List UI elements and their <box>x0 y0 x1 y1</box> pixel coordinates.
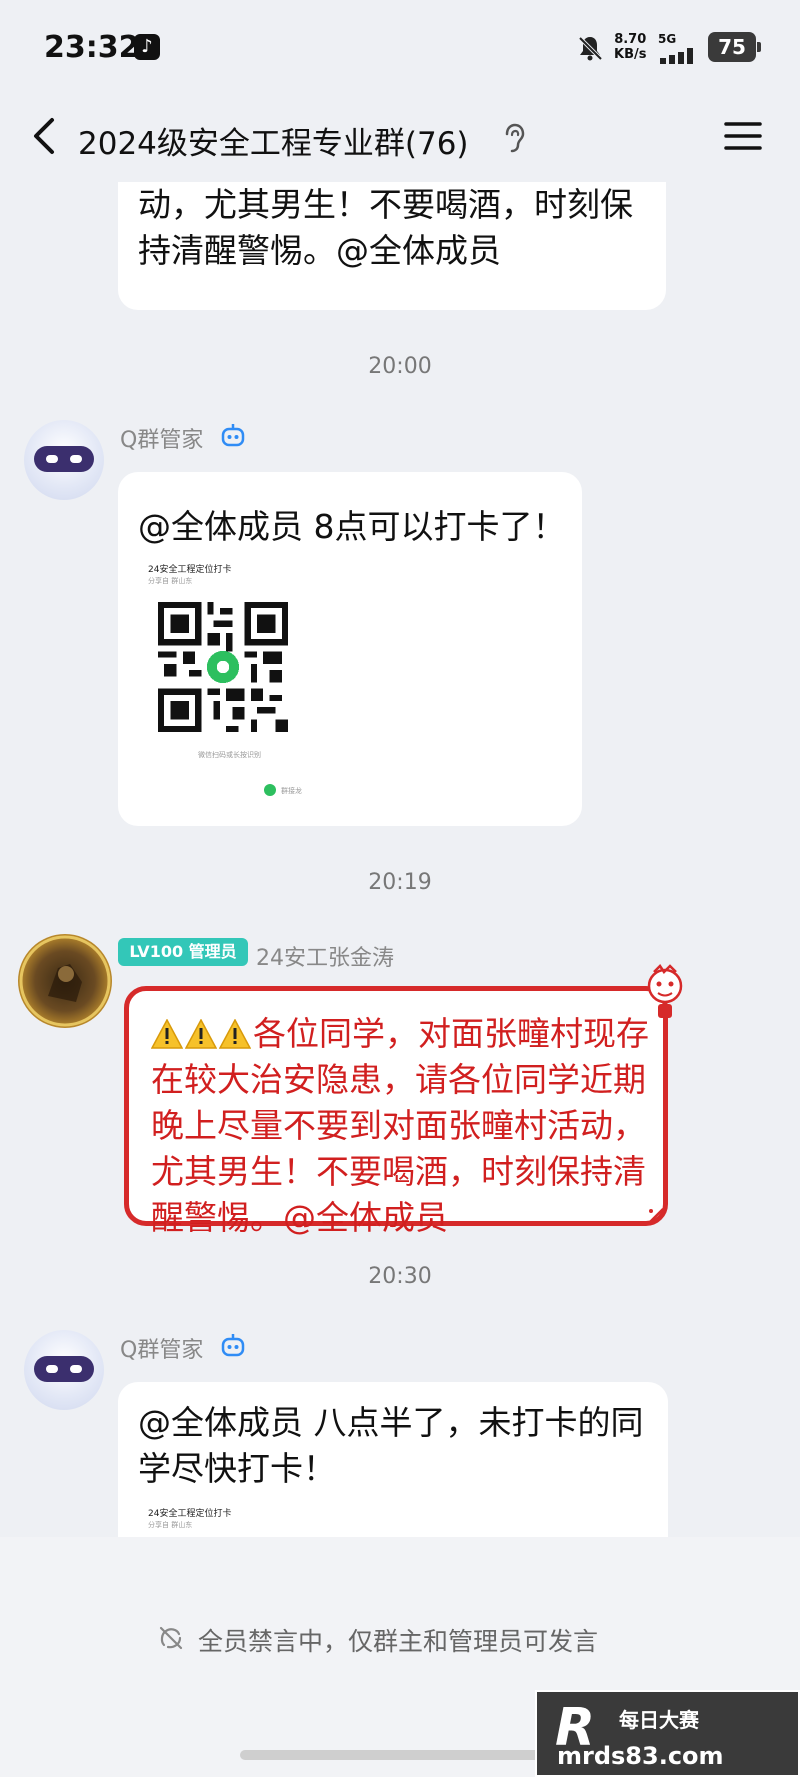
timestamp: 20:00 <box>368 354 432 379</box>
mute-notice: 全员禁言中，仅群主和管理员可发言 <box>198 1627 599 1656</box>
robot-badge-icon <box>221 424 245 447</box>
timestamp: 20:30 <box>368 1264 432 1289</box>
warning-icon <box>185 1019 217 1049</box>
status-bar: 23:32 ♪ 8.70 KB/s 5G 75 <box>0 0 800 90</box>
network-type: 5G <box>658 32 677 46</box>
message-bubble-partial[interactable]: 近期晚上尽量不要到对面张疃村活动，尤其男生！不要喝酒，时刻保持清醒警惕。@全体成… <box>118 182 666 310</box>
message-text: @全体成员 八点半了，未打卡的同学尽快打卡！ <box>138 1403 644 1488</box>
card-subtitle: 分享自 群山东 <box>148 1521 193 1529</box>
back-button[interactable] <box>24 112 64 160</box>
sender-name[interactable]: Q群管家 <box>120 422 203 454</box>
bell-off-icon <box>578 36 603 61</box>
robot-face <box>34 1356 94 1382</box>
avatar-image <box>19 935 111 1027</box>
card-subtitle: 分享自 群山东 <box>148 577 193 585</box>
sender-name[interactable]: Q群管家 <box>120 1332 203 1364</box>
net-speed-unit: KB/s <box>614 47 647 62</box>
card-title: 24安全工程定位打卡 <box>148 565 232 575</box>
card-title: 24安全工程定位打卡 <box>148 1509 232 1519</box>
admin-level-badge: LV100 管理员 <box>118 938 248 966</box>
net-speed: 8.70 KB/s <box>614 32 646 62</box>
robot-face <box>34 446 94 472</box>
message-bubble-card[interactable]: @全体成员 八点半了，未打卡的同学尽快打卡！ 24安全工程定位打卡 分享自 群山… <box>118 1382 668 1537</box>
bot-avatar[interactable] <box>24 1330 104 1410</box>
bot-avatar[interactable] <box>24 420 104 500</box>
card-footer: 群接龙 <box>281 787 302 795</box>
message-bubble-alert[interactable]: 各位同学，对面张疃村现存在较大治安隐患，请各位同学近期晚上尽量不要到对面张疃村活… <box>124 986 668 1237</box>
bubble-corner-decoration <box>648 1208 664 1224</box>
warning-icon <box>151 1019 183 1049</box>
group-title[interactable]: 2024级安全工程专业群(76) <box>78 118 469 163</box>
signal-icon <box>660 48 693 64</box>
jielong-logo-icon <box>264 784 276 796</box>
sender-name[interactable]: 24安工张金涛 <box>256 940 394 972</box>
bubble-mascot-decoration <box>647 964 683 1018</box>
admin-avatar[interactable] <box>18 934 112 1028</box>
qr-code[interactable] <box>158 602 288 732</box>
tiktok-icon: ♪ <box>134 34 160 60</box>
message-text: 各位同学，对面张疃村现存在较大治安隐患，请各位同学近期晚上尽量不要到对面张疃村活… <box>151 1011 651 1241</box>
robot-badge-icon <box>221 1334 245 1357</box>
timestamp: 20:19 <box>368 870 432 895</box>
chat-header: 2024级安全工程专业群(76) <box>0 90 800 182</box>
message-text: @全体成员 8点可以打卡了！ <box>138 507 566 546</box>
message-text: 近期晚上尽量不要到对面张疃村活动，尤其男生！不要喝酒，时刻保持清醒警惕。@全体成… <box>138 185 633 270</box>
battery-indicator: 75 <box>708 32 761 62</box>
watermark-logo: R 每日大赛 mrds83.com <box>535 1690 800 1777</box>
chat-message-list[interactable]: 近期晚上尽量不要到对面张疃村活动，尤其男生！不要喝酒，时刻保持清醒警惕。@全体成… <box>0 182 800 1537</box>
card-hint: 微信扫码或长按识别 <box>198 751 261 759</box>
menu-button[interactable] <box>722 116 764 156</box>
watermark-name: 每日大赛 <box>619 1708 699 1732</box>
warning-icon <box>219 1019 251 1049</box>
status-time: 23:32 <box>44 30 140 65</box>
mute-icon <box>159 1626 183 1650</box>
message-bubble-card[interactable]: @全体成员 8点可以打卡了！ 24安全工程定位打卡 分享自 群山东 微信扫码或长… <box>118 472 582 826</box>
net-speed-value: 8.70 <box>614 32 647 47</box>
watermark-url: mrds83.com <box>557 1742 724 1770</box>
ear-icon[interactable] <box>500 122 528 154</box>
home-indicator[interactable] <box>240 1750 560 1760</box>
